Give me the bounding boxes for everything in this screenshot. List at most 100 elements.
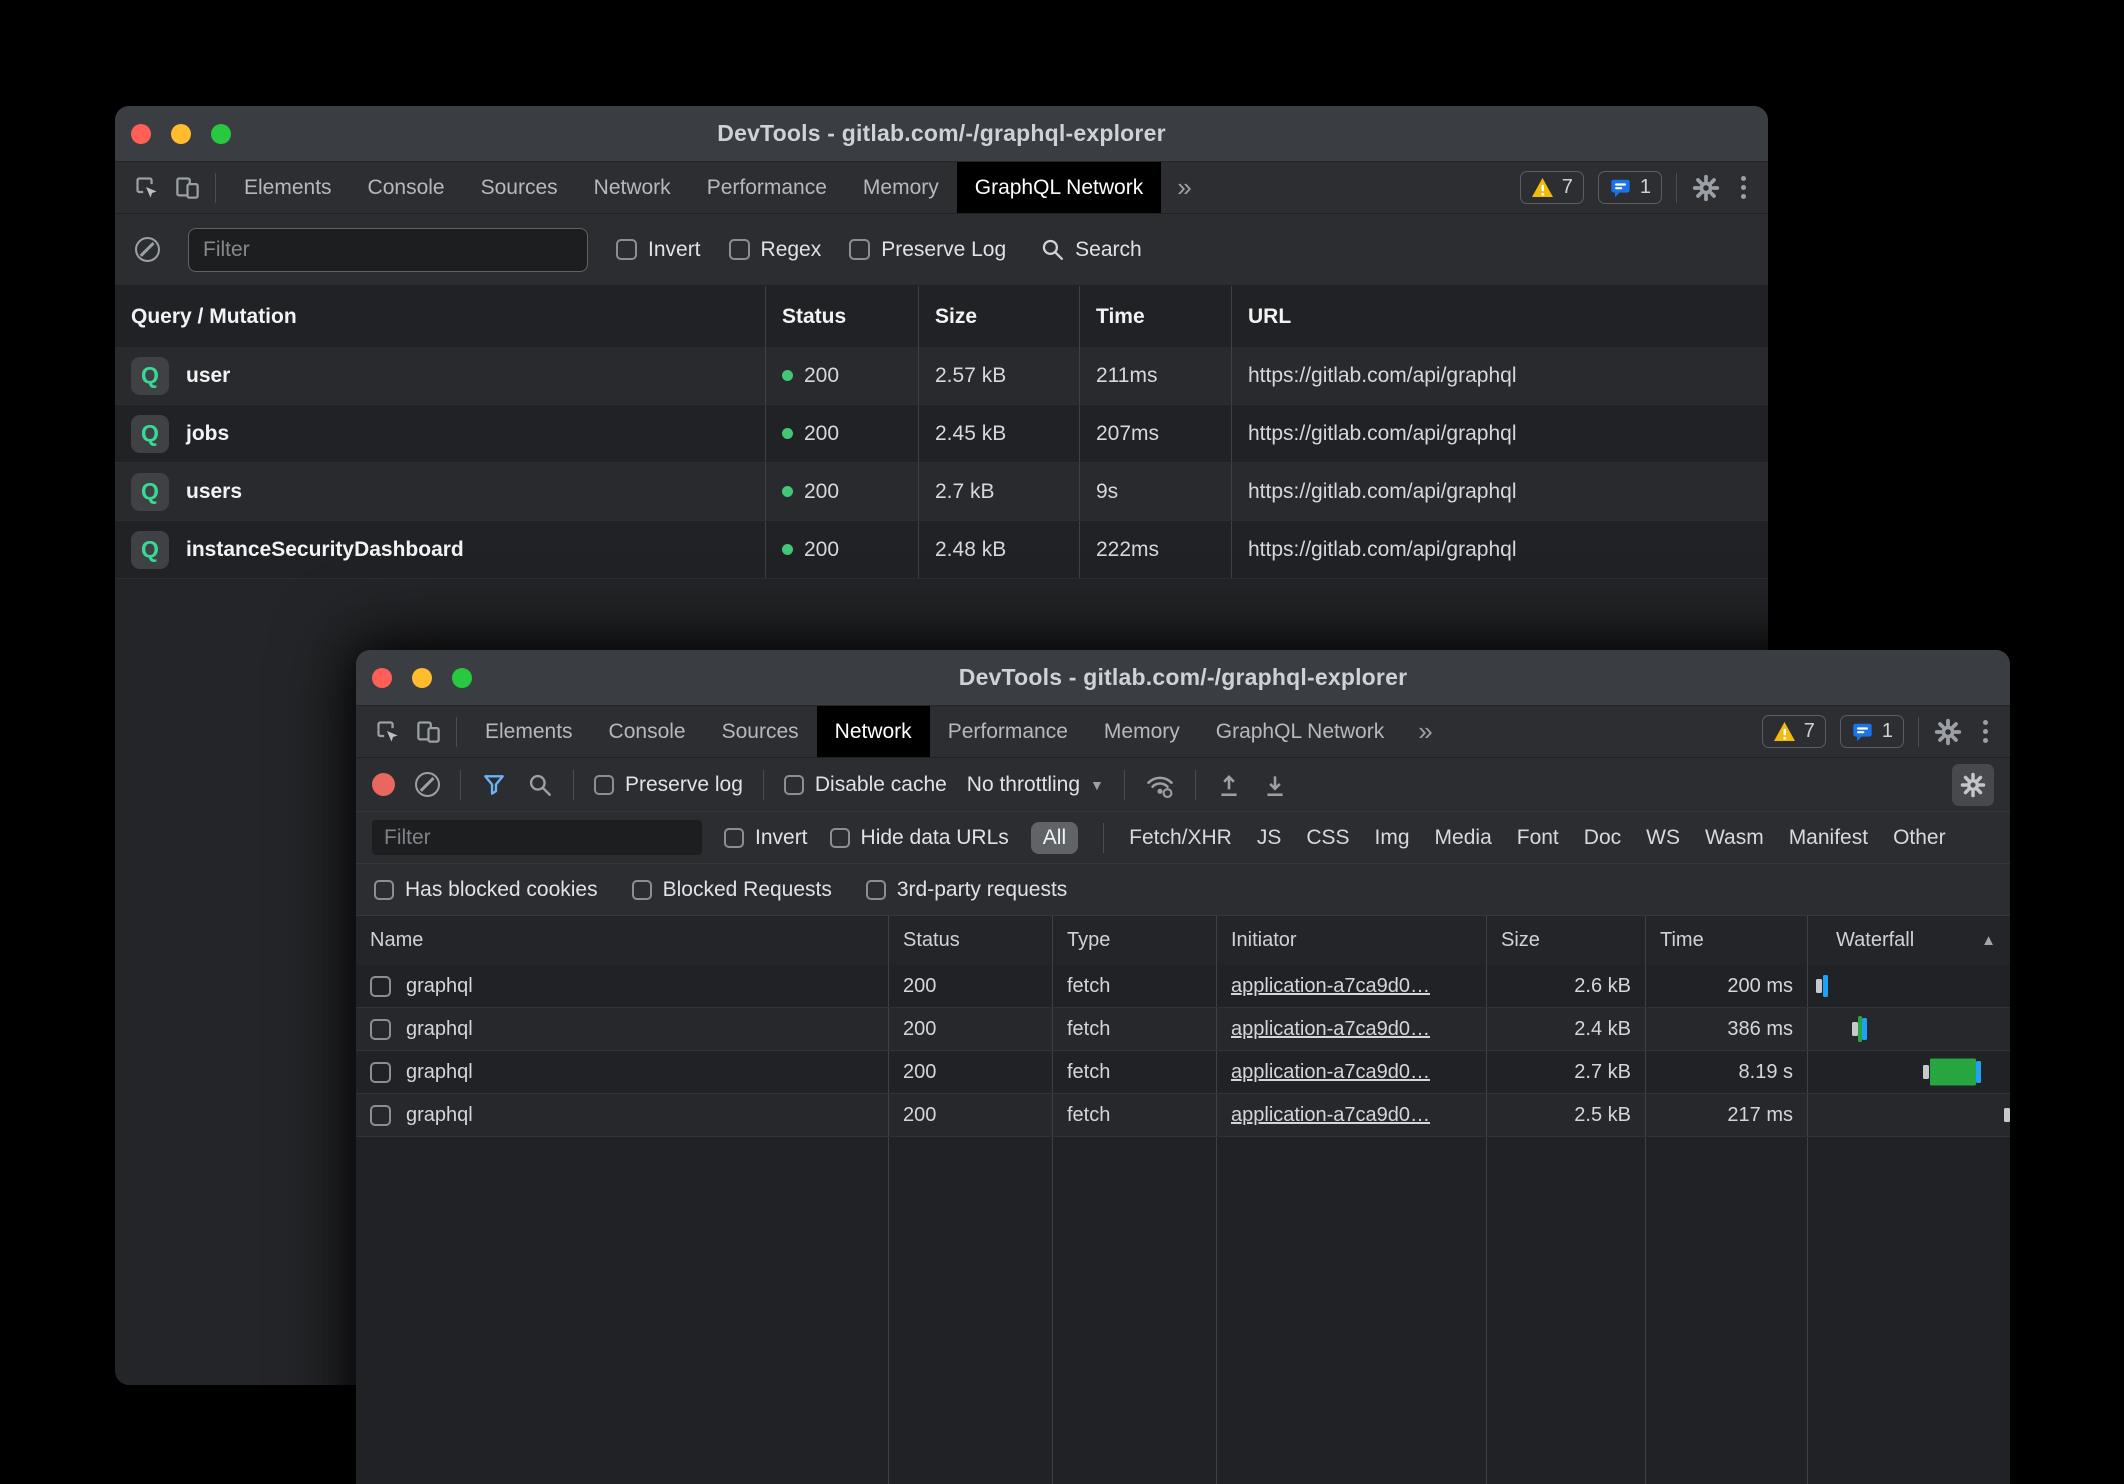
table-row[interactable]: Quser 200 2.57 kB 211ms https://gitlab.c…: [115, 347, 1768, 405]
initiator-link[interactable]: application-a7ca9d0…: [1231, 1061, 1430, 1084]
filter-input[interactable]: [372, 820, 702, 855]
type-filter-css[interactable]: CSS: [1306, 826, 1349, 850]
preserve-log-checkbox[interactable]: [594, 775, 614, 795]
inspect-element-icon[interactable]: [133, 174, 160, 201]
settings-gear-icon[interactable]: [1933, 717, 1963, 747]
blocked-requests-checkbox-group[interactable]: Blocked Requests: [632, 878, 832, 902]
filter-input[interactable]: [188, 228, 588, 272]
type-filter-other[interactable]: Other: [1893, 826, 1946, 850]
tab-graphql-network[interactable]: GraphQL Network: [957, 162, 1161, 213]
network-settings-button[interactable]: [1952, 764, 1994, 806]
clear-icon[interactable]: [415, 772, 440, 797]
tab-memory[interactable]: Memory: [1086, 706, 1198, 757]
type-filter-fetch-xhr[interactable]: Fetch/XHR: [1129, 826, 1232, 850]
tab-graphql-network[interactable]: GraphQL Network: [1198, 706, 1402, 757]
invert-checkbox-group[interactable]: Invert: [616, 238, 701, 262]
row-checkbox[interactable]: [370, 976, 391, 997]
type-filter-js[interactable]: JS: [1257, 826, 1282, 850]
regex-checkbox[interactable]: [729, 239, 750, 260]
type-filter-media[interactable]: Media: [1435, 826, 1492, 850]
row-checkbox[interactable]: [370, 1105, 391, 1126]
disable-cache-checkbox-group[interactable]: Disable cache: [784, 773, 947, 797]
issues-badge[interactable]: 1: [1840, 715, 1904, 748]
request-row[interactable]: graphql 200 fetch application-a7ca9d0… 2…: [356, 965, 2010, 1008]
device-toolbar-icon[interactable]: [415, 718, 442, 745]
preserve-log-checkbox-group[interactable]: Preserve log: [594, 773, 743, 797]
type-filter-manifest[interactable]: Manifest: [1789, 826, 1868, 850]
type-filter-wasm[interactable]: Wasm: [1705, 826, 1764, 850]
request-row[interactable]: graphql 200 fetch application-a7ca9d0… 2…: [356, 1094, 2010, 1137]
has-blocked-cookies-checkbox[interactable]: [374, 880, 394, 900]
tab-console[interactable]: Console: [350, 162, 463, 213]
request-row[interactable]: graphql 200 fetch application-a7ca9d0… 2…: [356, 1008, 2010, 1051]
settings-gear-icon[interactable]: [1691, 173, 1721, 203]
close-button[interactable]: [131, 124, 151, 144]
export-har-icon[interactable]: [1262, 772, 1288, 798]
initiator-link[interactable]: application-a7ca9d0…: [1231, 975, 1430, 998]
row-checkbox[interactable]: [370, 1019, 391, 1040]
device-toolbar-icon[interactable]: [174, 174, 201, 201]
type-filter-doc[interactable]: Doc: [1584, 826, 1621, 850]
warnings-badge[interactable]: 7: [1520, 171, 1584, 204]
record-button[interactable]: [372, 773, 395, 796]
tab-console[interactable]: Console: [591, 706, 704, 757]
row-checkbox[interactable]: [370, 1062, 391, 1083]
invert-checkbox[interactable]: [724, 828, 744, 848]
column-header-url[interactable]: URL: [1232, 286, 1768, 347]
search-group[interactable]: Search: [1040, 237, 1142, 262]
more-options-icon[interactable]: [1977, 720, 1994, 743]
network-conditions-icon[interactable]: [1145, 771, 1175, 799]
hide-data-urls-checkbox-group[interactable]: Hide data URLs: [830, 826, 1009, 850]
blocked-requests-checkbox[interactable]: [632, 880, 652, 900]
import-har-icon[interactable]: [1216, 772, 1242, 798]
invert-checkbox-group[interactable]: Invert: [724, 826, 808, 850]
column-header-waterfall[interactable]: Waterfall ▲: [1808, 916, 2010, 965]
more-options-icon[interactable]: [1735, 176, 1752, 199]
type-filter-ws[interactable]: WS: [1646, 826, 1680, 850]
tab-elements[interactable]: Elements: [467, 706, 591, 757]
type-filter-all[interactable]: All: [1031, 822, 1078, 854]
invert-checkbox[interactable]: [616, 239, 637, 260]
tab-network[interactable]: Network: [576, 162, 689, 213]
column-header-status[interactable]: Status: [766, 286, 919, 347]
tab-performance[interactable]: Performance: [689, 162, 845, 213]
throttling-select[interactable]: No throttling ▼: [967, 773, 1104, 797]
third-party-requests-checkbox-group[interactable]: 3rd-party requests: [866, 878, 1067, 902]
hide-data-urls-checkbox[interactable]: [830, 828, 850, 848]
has-blocked-cookies-checkbox-group[interactable]: Has blocked cookies: [374, 878, 598, 902]
initiator-link[interactable]: application-a7ca9d0…: [1231, 1018, 1430, 1041]
warnings-badge[interactable]: 7: [1762, 715, 1826, 748]
column-header-status[interactable]: Status: [889, 916, 1053, 965]
column-header-size[interactable]: Size: [1487, 916, 1646, 965]
titlebar[interactable]: DevTools - gitlab.com/-/graphql-explorer: [356, 650, 2010, 706]
tab-network[interactable]: Network: [817, 706, 930, 757]
table-row[interactable]: Qjobs 200 2.45 kB 207ms https://gitlab.c…: [115, 405, 1768, 463]
maximize-button[interactable]: [211, 124, 231, 144]
filter-funnel-icon[interactable]: [481, 772, 507, 798]
column-header-query-mutation[interactable]: Query / Mutation: [115, 286, 766, 347]
preserve-log-checkbox-group[interactable]: Preserve Log: [849, 238, 1006, 262]
preserve-log-checkbox[interactable]: [849, 239, 870, 260]
minimize-button[interactable]: [171, 124, 191, 144]
minimize-button[interactable]: [412, 668, 432, 688]
table-row[interactable]: Qusers 200 2.7 kB 9s https://gitlab.com/…: [115, 463, 1768, 521]
tab-memory[interactable]: Memory: [845, 162, 957, 213]
tab-sources[interactable]: Sources: [463, 162, 576, 213]
type-filter-font[interactable]: Font: [1517, 826, 1559, 850]
tab-elements[interactable]: Elements: [226, 162, 350, 213]
titlebar[interactable]: DevTools - gitlab.com/-/graphql-explorer: [115, 106, 1768, 162]
column-header-size[interactable]: Size: [919, 286, 1080, 347]
search-icon[interactable]: [527, 772, 553, 798]
inspect-element-icon[interactable]: [374, 718, 401, 745]
tab-performance[interactable]: Performance: [930, 706, 1086, 757]
close-button[interactable]: [372, 668, 392, 688]
request-row[interactable]: graphql 200 fetch application-a7ca9d0… 2…: [356, 1051, 2010, 1094]
tab-sources[interactable]: Sources: [704, 706, 817, 757]
third-party-requests-checkbox[interactable]: [866, 880, 886, 900]
column-header-time[interactable]: Time: [1080, 286, 1232, 347]
column-header-type[interactable]: Type: [1053, 916, 1217, 965]
column-header-time[interactable]: Time: [1646, 916, 1808, 965]
maximize-button[interactable]: [452, 668, 472, 688]
column-header-initiator[interactable]: Initiator: [1217, 916, 1487, 965]
more-tabs-icon[interactable]: »: [1402, 706, 1448, 757]
